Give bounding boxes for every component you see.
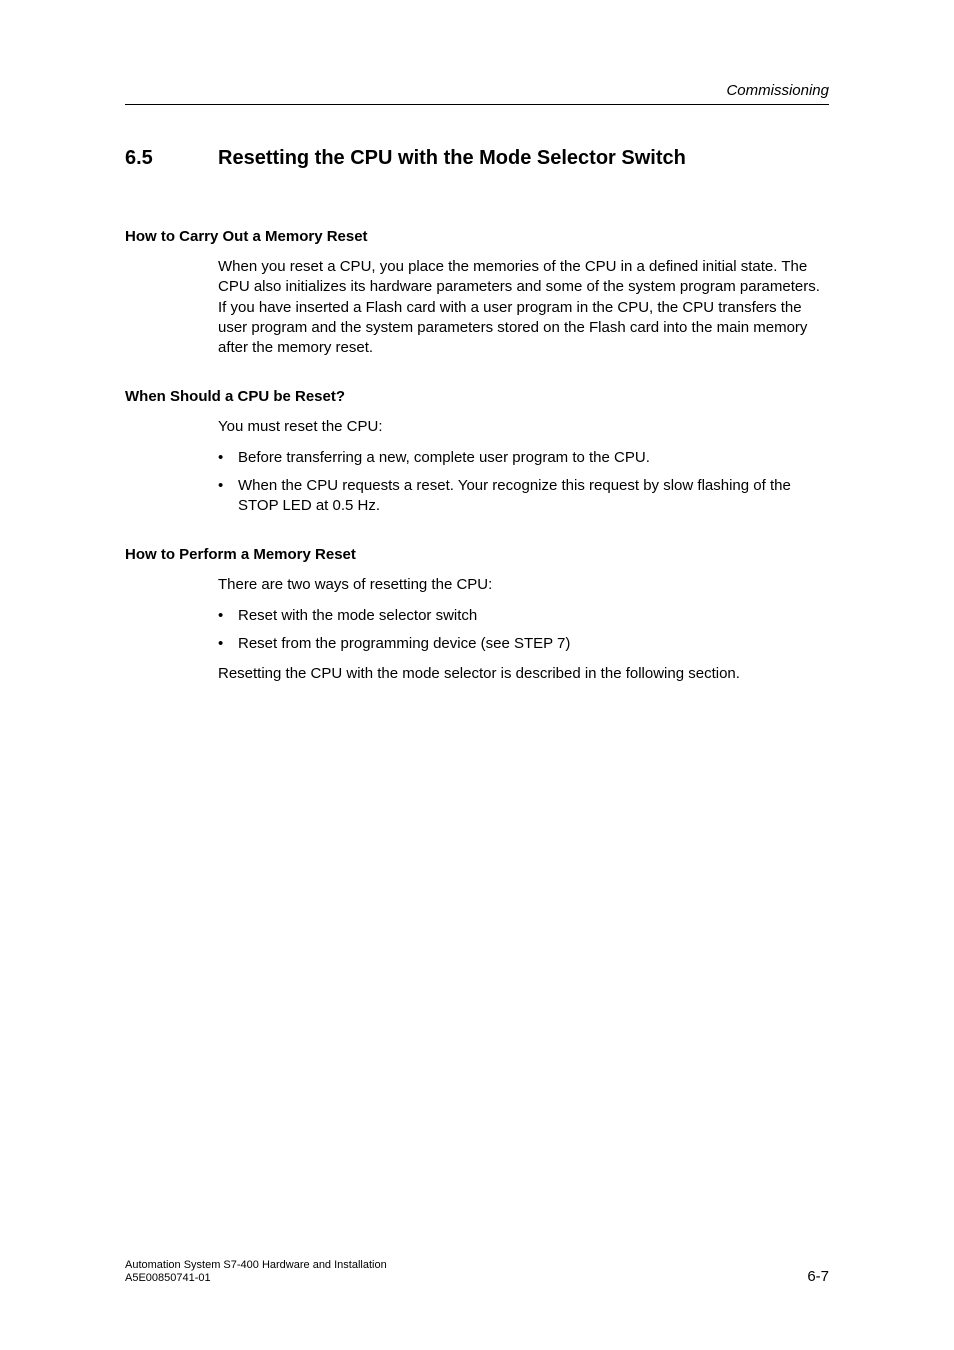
- list-item: When the CPU requests a reset. Your reco…: [218, 476, 829, 517]
- page-number: 6-7: [807, 1268, 829, 1285]
- header-chapter: Commissioning: [125, 82, 829, 99]
- list-item: Reset from the programming device (see S…: [218, 634, 829, 654]
- section-heading: 6.5 Resetting the CPU with the Mode Sele…: [125, 147, 829, 170]
- paragraph: There are two ways of resetting the CPU:: [218, 575, 829, 595]
- bullet-list: Before transferring a new, complete user…: [218, 448, 829, 517]
- footer-doc-id: A5E00850741-01: [125, 1272, 387, 1285]
- paragraph: When you reset a CPU, you place the memo…: [218, 257, 829, 358]
- subheading-when-reset: When Should a CPU be Reset?: [125, 388, 829, 405]
- bullet-list: Reset with the mode selector switch Rese…: [218, 606, 829, 655]
- paragraph: Resetting the CPU with the mode selector…: [218, 664, 829, 684]
- page-footer: Automation System S7-400 Hardware and In…: [125, 1259, 829, 1285]
- list-item: Before transferring a new, complete user…: [218, 448, 829, 468]
- subheading-perform-reset: How to Perform a Memory Reset: [125, 546, 829, 563]
- footer-doc-title: Automation System S7-400 Hardware and In…: [125, 1259, 387, 1272]
- section-number: 6.5: [125, 147, 218, 170]
- paragraph: You must reset the CPU:: [218, 417, 829, 437]
- header-rule: [125, 104, 829, 105]
- section-title: Resetting the CPU with the Mode Selector…: [218, 147, 686, 170]
- subheading-memory-reset: How to Carry Out a Memory Reset: [125, 228, 829, 245]
- list-item: Reset with the mode selector switch: [218, 606, 829, 626]
